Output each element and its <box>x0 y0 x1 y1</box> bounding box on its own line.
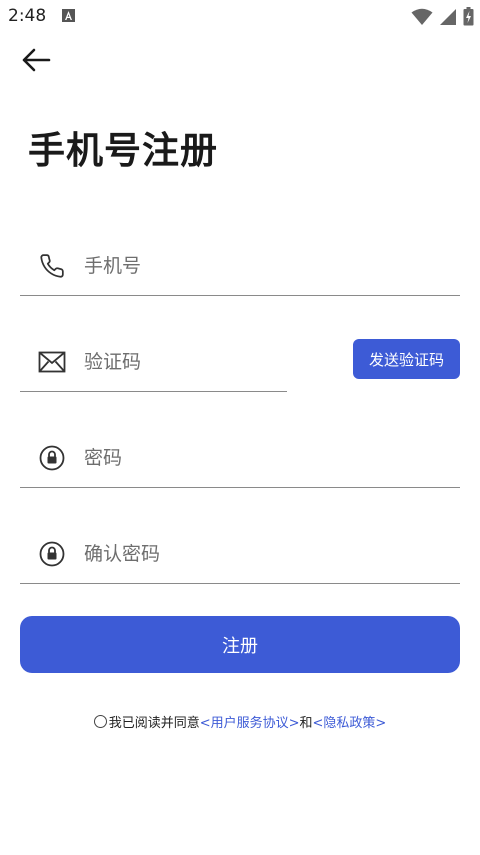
status-icons <box>411 7 474 30</box>
phone-field <box>20 232 460 296</box>
mail-icon <box>38 348 66 376</box>
agreement-radio[interactable] <box>93 715 107 728</box>
confirm-password-input[interactable] <box>84 536 424 572</box>
arrow-left-icon <box>21 48 51 76</box>
agreement-prefix: 我已阅读并同意 <box>108 716 200 731</box>
send-code-button[interactable]: 发送验证码 <box>353 339 460 379</box>
status-bar: 2:48 <box>0 0 480 34</box>
register-button[interactable]: 注册 <box>20 616 460 673</box>
service-agreement-link[interactable]: <用户服务协议> <box>200 712 300 731</box>
agreement-conjunction: 和 <box>299 716 313 731</box>
page-title: 手机号注册 <box>28 129 218 172</box>
phone-icon <box>38 252 66 280</box>
lock-icon <box>38 540 66 568</box>
privacy-policy-link[interactable]: <隐私政策> <box>313 712 387 731</box>
password-field <box>20 424 460 488</box>
signal-icon <box>439 8 457 30</box>
wifi-icon <box>411 8 433 30</box>
agreement-row: 我已阅读并同意 <用户服务协议> 和 <隐私政策> <box>0 712 480 731</box>
code-input[interactable] <box>84 344 274 380</box>
password-input[interactable] <box>84 440 424 476</box>
code-field <box>20 328 287 392</box>
a-letter-icon <box>62 9 75 22</box>
status-time: 2:48 <box>8 6 47 26</box>
confirm-password-field <box>20 520 460 584</box>
lock-icon <box>38 444 66 472</box>
back-button[interactable] <box>16 42 56 82</box>
phone-input[interactable] <box>84 248 424 284</box>
battery-charging-icon <box>463 7 474 30</box>
